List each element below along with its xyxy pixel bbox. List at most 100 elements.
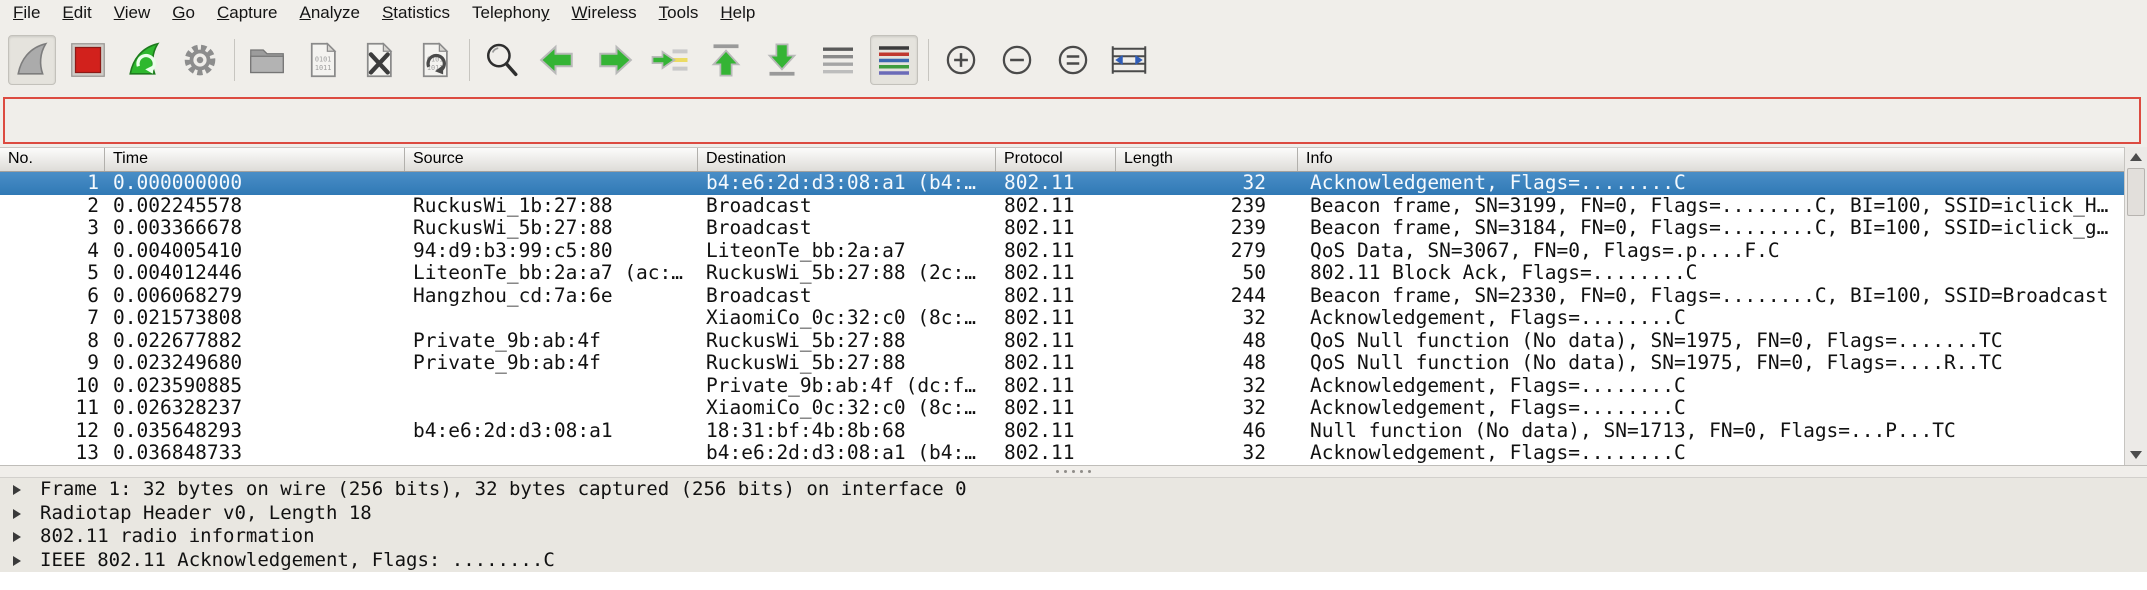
menu-file[interactable]: File bbox=[2, 1, 51, 26]
zoom-out-button[interactable] bbox=[993, 35, 1041, 85]
go-first-packet-button[interactable] bbox=[702, 35, 750, 85]
packet-row-5[interactable]: 50.004012446LiteonTe_bb:2a:a7 (ac:…Rucku… bbox=[0, 262, 2124, 285]
go-next-packet-button[interactable] bbox=[590, 35, 638, 85]
packet-row-2[interactable]: 20.002245578RuckusWi_1b:27:88Broadcast80… bbox=[0, 195, 2124, 218]
packet-row-9[interactable]: 90.023249680Private_9b:ab:4fRuckusWi_5b:… bbox=[0, 352, 2124, 375]
colorize-lines-icon bbox=[874, 40, 914, 80]
find-packet-button[interactable] bbox=[478, 35, 526, 85]
arrow-goto-icon bbox=[650, 40, 690, 80]
open-file-button[interactable] bbox=[243, 35, 291, 85]
restart-capture-button[interactable] bbox=[120, 35, 168, 85]
packet-row-1[interactable]: 10.000000000b4:e6:2d:d3:08:a1 (b4:…802.1… bbox=[0, 172, 2124, 195]
detail-row[interactable]: Radiotap Header v0, Length 18 bbox=[0, 502, 2147, 526]
cell-info: Acknowledgement, Flags=........C bbox=[1298, 442, 2124, 465]
cell-src: b4:e6:2d:d3:08:a1 bbox=[405, 420, 698, 443]
cell-len: 46 bbox=[1116, 420, 1298, 443]
column-header-no[interactable]: No. bbox=[0, 148, 105, 171]
cell-len: 32 bbox=[1116, 442, 1298, 465]
menu-go[interactable]: Go bbox=[161, 1, 206, 26]
column-header-info[interactable]: Info bbox=[1298, 148, 2124, 171]
auto-scroll-button[interactable] bbox=[814, 35, 862, 85]
close-file-button[interactable] bbox=[355, 35, 403, 85]
packet-row-7[interactable]: 70.021573808XiaomiCo_0c:32:c0 (8c:…802.1… bbox=[0, 307, 2124, 330]
cell-no: 4 bbox=[0, 240, 105, 263]
cell-proto: 802.11 bbox=[996, 240, 1116, 263]
cell-proto: 802.11 bbox=[996, 420, 1116, 443]
detail-row[interactable]: 802.11 radio information bbox=[0, 525, 2147, 549]
menu-bar: FileEditViewGoCaptureAnalyzeStatisticsTe… bbox=[0, 0, 2147, 27]
menu-view[interactable]: View bbox=[103, 1, 162, 26]
menu-telephony[interactable]: Telephony bbox=[461, 1, 561, 26]
packet-list-header: No.TimeSourceDestinationProtocolLengthIn… bbox=[0, 147, 2124, 172]
packet-row-10[interactable]: 100.023590885Private_9b:ab:4f (dc:f…802.… bbox=[0, 375, 2124, 398]
menu-tools[interactable]: Tools bbox=[648, 1, 710, 26]
cell-info: Acknowledgement, Flags=........C bbox=[1298, 397, 2124, 420]
save-file-button[interactable]: 01011011 bbox=[299, 35, 347, 85]
packet-row-6[interactable]: 60.006068279Hangzhou_cd:7a:6eBroadcast80… bbox=[0, 285, 2124, 308]
cell-no: 2 bbox=[0, 195, 105, 218]
column-header-time[interactable]: Time bbox=[105, 148, 405, 171]
cell-proto: 802.11 bbox=[996, 442, 1116, 465]
column-header-length[interactable]: Length bbox=[1116, 148, 1298, 171]
cell-time: 0.023249680 bbox=[105, 352, 405, 375]
go-to-packet-button[interactable] bbox=[646, 35, 694, 85]
resize-columns-button[interactable] bbox=[1105, 35, 1153, 85]
cell-time: 0.026328237 bbox=[105, 397, 405, 420]
reload-file-button[interactable]: 01011011 bbox=[411, 35, 459, 85]
packet-row-8[interactable]: 80.022677882Private_9b:ab:4fRuckusWi_5b:… bbox=[0, 330, 2124, 353]
detail-row[interactable]: IEEE 802.11 Acknowledgement, Flags: ....… bbox=[0, 549, 2147, 573]
cell-info: Acknowledgement, Flags=........C bbox=[1298, 375, 2124, 398]
cell-info: Acknowledgement, Flags=........C bbox=[1298, 307, 2124, 330]
start-capture-button[interactable] bbox=[8, 35, 56, 85]
scroll-lines-icon bbox=[818, 40, 858, 80]
capture-options-button[interactable] bbox=[176, 35, 224, 85]
cell-no: 13 bbox=[0, 442, 105, 465]
packet-row-4[interactable]: 40.00400541094:d9:b3:99:c5:80LiteonTe_bb… bbox=[0, 240, 2124, 263]
folder-open-icon bbox=[247, 40, 287, 80]
menu-capture[interactable]: Capture bbox=[206, 1, 288, 26]
detail-row[interactable]: Frame 1: 32 bytes on wire (256 bits), 32… bbox=[0, 478, 2147, 502]
cell-time: 0.000000000 bbox=[105, 172, 405, 195]
zoom-normal-button[interactable] bbox=[1049, 35, 1097, 85]
detail-text: 802.11 radio information bbox=[40, 525, 315, 547]
toolbar-separator bbox=[234, 39, 235, 81]
scrollbar-thumb[interactable] bbox=[2127, 168, 2145, 216]
menu-analyze[interactable]: Analyze bbox=[288, 1, 370, 26]
cell-info: Beacon frame, SN=3184, FN=0, Flags=.....… bbox=[1298, 217, 2124, 240]
toolbar-separator bbox=[928, 39, 929, 81]
cell-time: 0.035648293 bbox=[105, 420, 405, 443]
go-last-packet-button[interactable] bbox=[758, 35, 806, 85]
packet-list-scrollbar[interactable] bbox=[2124, 147, 2147, 465]
cell-info: QoS Null function (No data), SN=1975, FN… bbox=[1298, 352, 2124, 375]
cell-len: 50 bbox=[1116, 262, 1298, 285]
zoom-in-circle-icon bbox=[941, 40, 981, 80]
cell-len: 279 bbox=[1116, 240, 1298, 263]
zoom-in-button[interactable] bbox=[937, 35, 985, 85]
packet-row-11[interactable]: 110.026328237XiaomiCo_0c:32:c0 (8c:…802.… bbox=[0, 397, 2124, 420]
packet-row-13[interactable]: 130.036848733b4:e6:2d:d3:08:a1 (b4:…802.… bbox=[0, 442, 2124, 465]
column-header-source[interactable]: Source bbox=[405, 148, 698, 171]
colorize-packets-button[interactable] bbox=[870, 35, 918, 85]
cell-src: Private_9b:ab:4f bbox=[405, 330, 698, 353]
menu-edit[interactable]: Edit bbox=[51, 1, 102, 26]
packet-row-3[interactable]: 30.003366678RuckusWi_5b:27:88Broadcast80… bbox=[0, 217, 2124, 240]
menu-statistics[interactable]: Statistics bbox=[371, 1, 461, 26]
arrow-bottom-icon bbox=[762, 40, 802, 80]
column-header-destination[interactable]: Destination bbox=[698, 148, 996, 171]
packet-details: Frame 1: 32 bytes on wire (256 bits), 32… bbox=[0, 478, 2147, 590]
menu-wireless[interactable]: Wireless bbox=[561, 1, 648, 26]
scrollbar-down-button[interactable] bbox=[2125, 446, 2147, 464]
cell-dst: RuckusWi_5b:27:88 bbox=[698, 352, 996, 375]
column-header-protocol[interactable]: Protocol bbox=[996, 148, 1116, 171]
cell-time: 0.006068279 bbox=[105, 285, 405, 308]
cell-src bbox=[405, 442, 698, 465]
stop-square-icon bbox=[68, 40, 108, 80]
stop-capture-button[interactable] bbox=[64, 35, 112, 85]
scrollbar-up-button[interactable] bbox=[2125, 148, 2147, 166]
packet-row-12[interactable]: 120.035648293b4:e6:2d:d3:08:a118:31:bf:4… bbox=[0, 420, 2124, 443]
pane-splitter[interactable] bbox=[0, 465, 2147, 478]
file-close-icon bbox=[359, 40, 399, 80]
menu-help[interactable]: Help bbox=[709, 1, 766, 26]
go-previous-packet-button[interactable] bbox=[534, 35, 582, 85]
cell-time: 0.021573808 bbox=[105, 307, 405, 330]
